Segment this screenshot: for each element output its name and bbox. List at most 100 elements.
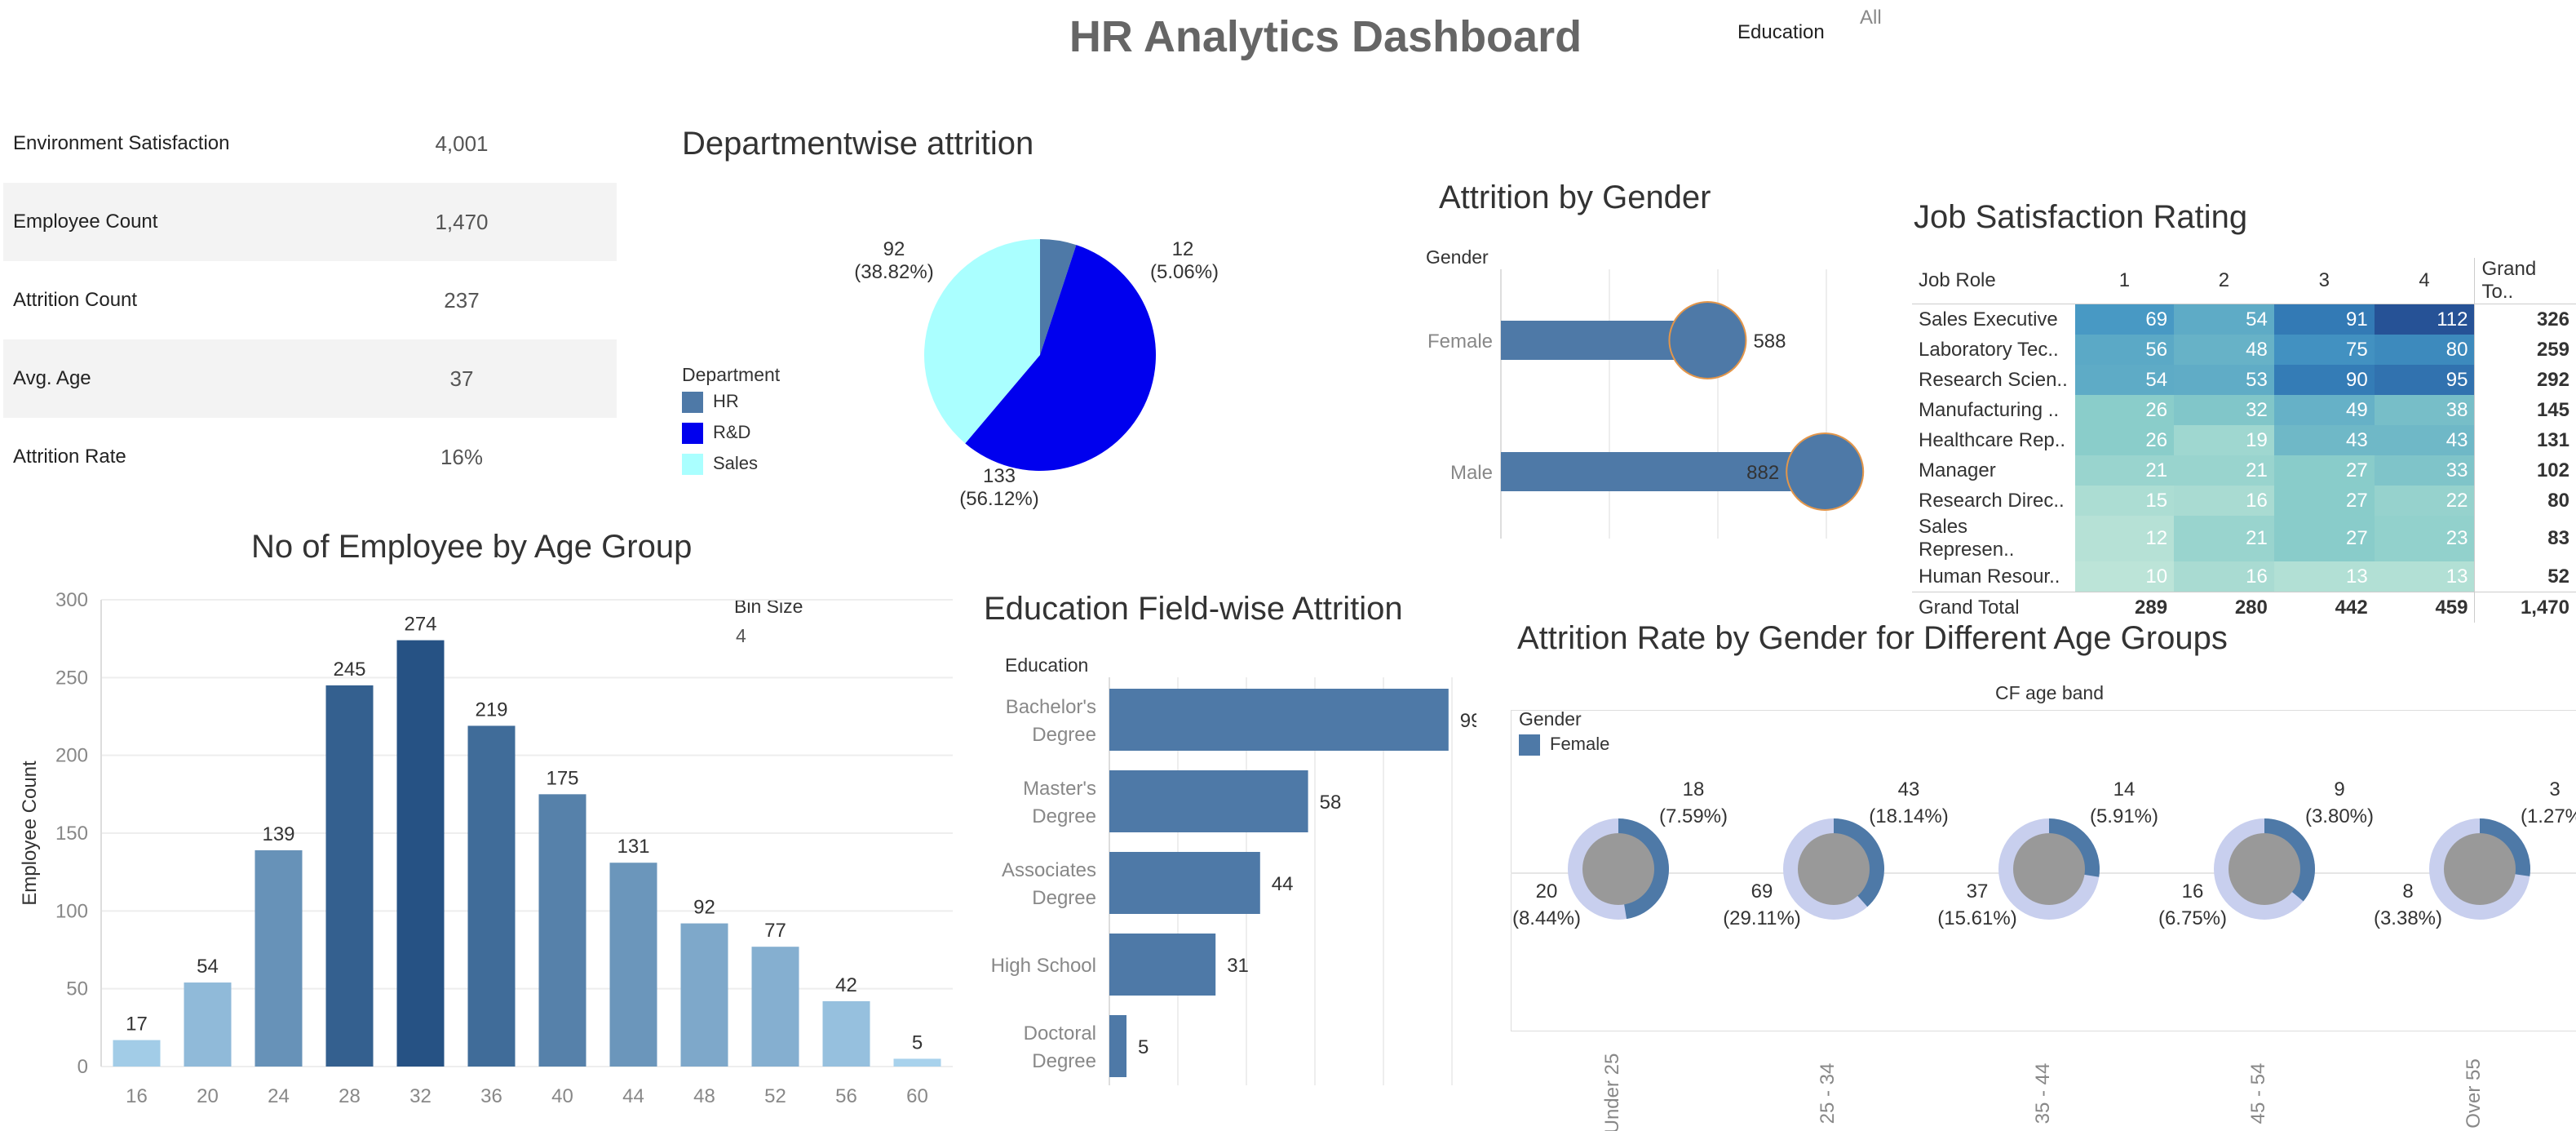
donut-female-count: 18: [1683, 778, 1705, 801]
heatmap-row-total: 131: [2474, 425, 2576, 455]
donut-chart[interactable]: 18 (7.59%) 20 (8.44%) Under 25 43 (18.14%) 69 (2…: [1511, 734, 2576, 1131]
heatmap-cell[interactable]: 80: [2374, 335, 2475, 365]
age-bar[interactable]: [680, 923, 728, 1067]
x-tick-label: 40: [551, 1085, 573, 1107]
edu-category-label: Associates Degree: [1002, 859, 1096, 909]
heatmap-cell[interactable]: 33: [2374, 455, 2475, 486]
x-tick-label: 16: [126, 1085, 148, 1107]
x-tick-label: 48: [693, 1085, 715, 1107]
y-tick-label: 50: [66, 978, 88, 1000]
age-bar[interactable]: [893, 1058, 941, 1067]
heatmap-cell[interactable]: 26: [2074, 425, 2175, 455]
dept-pie-chart[interactable]: [922, 237, 1158, 473]
heatmap-cell[interactable]: 112: [2374, 304, 2475, 335]
donut-center: [2013, 833, 2085, 905]
legend-item-hr[interactable]: HR: [682, 391, 780, 422]
age-band-label: 35 - 44: [2032, 1063, 2054, 1124]
age-band-label: Under 25: [1601, 1053, 1623, 1131]
heatmap-row-label: Research Scien..: [1919, 368, 2068, 391]
heatmap-cell[interactable]: 27: [2273, 486, 2375, 516]
heatmap-cell[interactable]: 21: [2174, 455, 2274, 486]
age-bar-value: 131: [617, 836, 649, 858]
heatmap-cell[interactable]: 54: [2074, 365, 2175, 395]
heatmap-row-total: 83: [2474, 516, 2576, 561]
heatmap-cell[interactable]: 32: [2174, 395, 2274, 425]
age-bar-chart[interactable]: 0 50 100 150 200 250 300 Employee Count 17 16 54 20…: [0, 583, 963, 1114]
y-tick-label: 150: [55, 823, 88, 845]
heatmap-cell[interactable]: 69: [2074, 304, 2175, 335]
heatmap-cell[interactable]: 75: [2273, 335, 2375, 365]
heatmap-cell[interactable]: 22: [2374, 486, 2475, 516]
donut-female-count: 14: [2113, 778, 2136, 801]
age-bar[interactable]: [255, 849, 303, 1067]
heatmap-cell[interactable]: 13: [2374, 561, 2475, 592]
heatmap-row-label: Manager: [1919, 459, 1996, 481]
y-tick-label: 100: [55, 900, 88, 922]
pie-label-hr: 12 (5.06%): [1150, 238, 1219, 283]
heatmap-cell[interactable]: 90: [2273, 365, 2375, 395]
age-bar[interactable]: [325, 685, 374, 1067]
gender-bar-marker[interactable]: [1786, 432, 1865, 511]
dashboard-title: HR Analytics Dashboard: [1069, 12, 1582, 61]
heatmap-row-label: Healthcare Rep..: [1919, 428, 2066, 451]
edu-category-label: Master's Degree: [1023, 778, 1096, 827]
age-bar[interactable]: [113, 1040, 161, 1067]
gender-bar-marker[interactable]: [1668, 301, 1747, 379]
edu-bar[interactable]: [1109, 770, 1308, 832]
heatmap-cell[interactable]: 10: [2074, 561, 2175, 592]
heatmap-row-total: 102: [2474, 455, 2576, 486]
age-bar[interactable]: [822, 1000, 870, 1067]
heatmap-cell[interactable]: 95: [2374, 365, 2475, 395]
pie-label-sales: 92 (38.82%): [854, 238, 934, 283]
age-bar[interactable]: [538, 794, 586, 1067]
heatmap-cell[interactable]: 53: [2174, 365, 2274, 395]
heatmap-cell[interactable]: 56: [2074, 335, 2175, 365]
edu-bar[interactable]: [1109, 934, 1216, 996]
edu-category-label: Doctoral Degree: [1024, 1022, 1096, 1072]
legend-item-sales[interactable]: Sales: [682, 453, 780, 484]
kpi-value: 4,001: [435, 131, 489, 156]
legend-item-rd[interactable]: R&D: [682, 422, 780, 453]
heatmap-cell[interactable]: 49: [2273, 395, 2375, 425]
y-tick-label: 300: [55, 589, 88, 611]
edu-bar[interactable]: [1109, 689, 1449, 751]
age-bar[interactable]: [467, 725, 516, 1067]
heatmap-cell[interactable]: 43: [2273, 425, 2375, 455]
donut-center: [1582, 833, 1654, 905]
age-bar[interactable]: [184, 982, 232, 1067]
heatmap-cell[interactable]: 43: [2374, 425, 2475, 455]
heatmap-grand-total-label: Grand Total: [1912, 592, 2075, 623]
kpi-label: Attrition Rate: [13, 446, 126, 468]
heatmap-cell[interactable]: 16: [2174, 561, 2274, 592]
heatmap-cell[interactable]: 26: [2074, 395, 2175, 425]
age-bar-value: 139: [262, 823, 294, 845]
heatmap-row-total: 259: [2474, 335, 2576, 365]
education-filter-value[interactable]: All: [1860, 7, 1882, 29]
age-bar[interactable]: [396, 640, 445, 1067]
heatmap-cell[interactable]: 27: [2273, 516, 2375, 561]
edu-bar[interactable]: [1109, 1015, 1126, 1077]
age-bar[interactable]: [609, 863, 657, 1067]
heatmap-cell[interactable]: 13: [2273, 561, 2375, 592]
heatmap-cell[interactable]: 19: [2174, 425, 2274, 455]
heatmap-cell[interactable]: 21: [2174, 516, 2274, 561]
heatmap-cell[interactable]: 54: [2174, 304, 2274, 335]
heatmap-cell[interactable]: 16: [2174, 486, 2274, 516]
edu-bar[interactable]: [1109, 852, 1260, 914]
gender-chart[interactable]: Female 588 Male 882: [1419, 269, 1876, 539]
heatmap-cell[interactable]: 27: [2273, 455, 2375, 486]
kpi-value: 16%: [440, 444, 484, 469]
edu-bar-chart[interactable]: 99 Bachelor's Degree 58 Master's Degree 44 Asso…: [971, 677, 1476, 1118]
heatmap-cell[interactable]: 23: [2374, 516, 2475, 561]
heatmap-cell[interactable]: 21: [2074, 455, 2175, 486]
heatmap-column-header: 2: [2174, 258, 2274, 304]
age-bar[interactable]: [751, 947, 799, 1067]
heatmap-cell[interactable]: 91: [2273, 304, 2375, 335]
edu-category-label: Bachelor's Degree: [1006, 696, 1096, 746]
heatmap-cell[interactable]: 12: [2074, 516, 2175, 561]
gender-category-label: Male: [1450, 462, 1493, 484]
heatmap-cell[interactable]: 48: [2174, 335, 2274, 365]
heatmap-row-label: Sales Executive: [1919, 308, 2058, 330]
heatmap-cell[interactable]: 15: [2074, 486, 2175, 516]
heatmap-cell[interactable]: 38: [2374, 395, 2475, 425]
